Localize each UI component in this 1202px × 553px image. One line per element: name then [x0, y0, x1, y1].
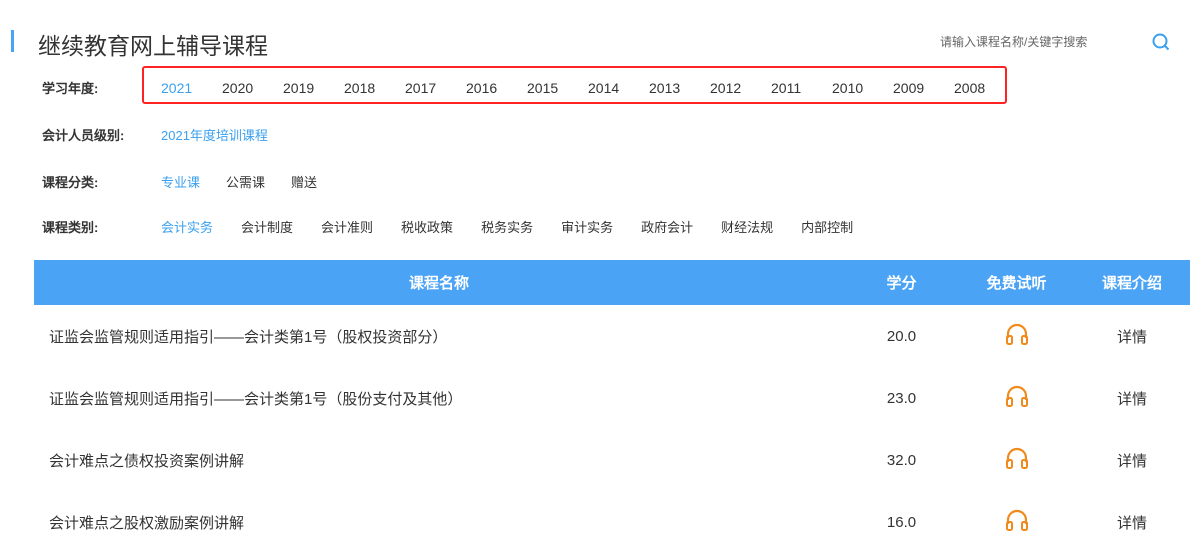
filter-year: 学习年度: 2021 2020 2019 2018 2017 2016 2015 2014 20…: [42, 78, 1015, 97]
headphones-icon[interactable]: [1005, 447, 1029, 469]
filter-option-type[interactable]: 内部控制: [801, 217, 853, 236]
filter-type: 课程类别: 会计实务 会计制度 会计准则 税收政策 税务实务 审计实务 政府会计 财经法规 内部…: [42, 217, 881, 236]
filter-category: 课程分类: 专业课 公需课 赠送: [42, 172, 343, 191]
filter-option-year[interactable]: 2015: [527, 80, 588, 96]
filter-option-type[interactable]: 税务实务: [481, 217, 533, 236]
filter-option-year[interactable]: 2013: [649, 80, 710, 96]
table-row: 会计难点之股权激励案例讲解 16.0 详情: [34, 491, 1190, 553]
detail-link[interactable]: 详情: [1074, 429, 1190, 491]
course-credit: 16.0: [886, 513, 917, 531]
course-table: 课程名称 学分 免费试听 课程介绍 证监会监管规则适用指引——会计类第1号（股权…: [34, 260, 1190, 553]
filter-option-year[interactable]: 2010: [832, 80, 893, 96]
col-header: 学分: [844, 260, 959, 305]
headphones-icon[interactable]: [1005, 509, 1029, 531]
filter-option-year[interactable]: 2011: [771, 80, 832, 96]
filter-option-year[interactable]: 2019: [283, 80, 344, 96]
filter-option-type[interactable]: 政府会计: [641, 217, 693, 236]
course-name[interactable]: 证监会监管规则适用指引——会计类第1号（股份支付及其他）: [34, 367, 844, 429]
filter-option-year[interactable]: 2018: [344, 80, 405, 96]
course-name[interactable]: 会计难点之债权投资案例讲解: [34, 429, 844, 491]
filter-option-year[interactable]: 2014: [588, 80, 649, 96]
table-row: 证监会监管规则适用指引——会计类第1号（股份支付及其他） 23.0 详情: [34, 367, 1190, 429]
filter-level: 会计人员级别: 2021年度培训课程: [42, 125, 296, 144]
course-name[interactable]: 会计难点之股权激励案例讲解: [34, 491, 844, 553]
col-header: 课程介绍: [1074, 260, 1190, 305]
filter-label: 会计人员级别:: [42, 128, 125, 143]
filter-option-year[interactable]: 2008: [954, 80, 1015, 96]
search-input[interactable]: [940, 35, 1130, 49]
detail-link[interactable]: 详情: [1074, 491, 1190, 553]
course-name[interactable]: 证监会监管规则适用指引——会计类第1号（股权投资部分）: [34, 305, 844, 367]
col-header: 课程名称: [34, 260, 844, 305]
filter-option-year[interactable]: 2017: [405, 80, 466, 96]
filter-label: 学习年度:: [42, 81, 99, 96]
detail-link[interactable]: 详情: [1074, 305, 1190, 367]
filter-label: 课程分类:: [42, 175, 99, 190]
filter-option-type[interactable]: 税收政策: [401, 217, 453, 236]
course-credit: 23.0: [886, 389, 917, 407]
search-icon[interactable]: [1152, 33, 1170, 51]
filter-option-year[interactable]: 2020: [222, 80, 283, 96]
filter-option-category[interactable]: 公需课: [226, 172, 265, 191]
headphones-icon[interactable]: [1005, 323, 1029, 345]
page-title: 继续教育网上辅导课程: [38, 33, 268, 59]
filter-option-type[interactable]: 会计制度: [241, 217, 293, 236]
filter-option-category[interactable]: 赠送: [291, 172, 317, 191]
detail-link[interactable]: 详情: [1074, 367, 1190, 429]
filter-option-year[interactable]: 2009: [893, 80, 954, 96]
filter-option-year[interactable]: 2012: [710, 80, 771, 96]
filter-option-type[interactable]: 会计实务: [161, 217, 213, 236]
filter-option-type[interactable]: 财经法规: [721, 217, 773, 236]
filter-option-category[interactable]: 专业课: [161, 172, 200, 191]
title-accent-bar: [11, 30, 14, 52]
filter-option-year[interactable]: 2021: [161, 80, 222, 96]
filter-label: 课程类别:: [42, 220, 99, 235]
course-credit: 20.0: [886, 327, 917, 345]
filter-option-type[interactable]: 审计实务: [561, 217, 613, 236]
filter-option[interactable]: 2021年度培训课程: [161, 125, 268, 144]
table-row: 证监会监管规则适用指引——会计类第1号（股权投资部分） 20.0 详情: [34, 305, 1190, 367]
headphones-icon[interactable]: [1005, 385, 1029, 407]
filter-option-type[interactable]: 会计准则: [321, 217, 373, 236]
table-row: 会计难点之债权投资案例讲解 32.0 详情: [34, 429, 1190, 491]
course-credit: 32.0: [886, 451, 917, 469]
col-header: 免费试听: [959, 260, 1074, 305]
filter-option-year[interactable]: 2016: [466, 80, 527, 96]
